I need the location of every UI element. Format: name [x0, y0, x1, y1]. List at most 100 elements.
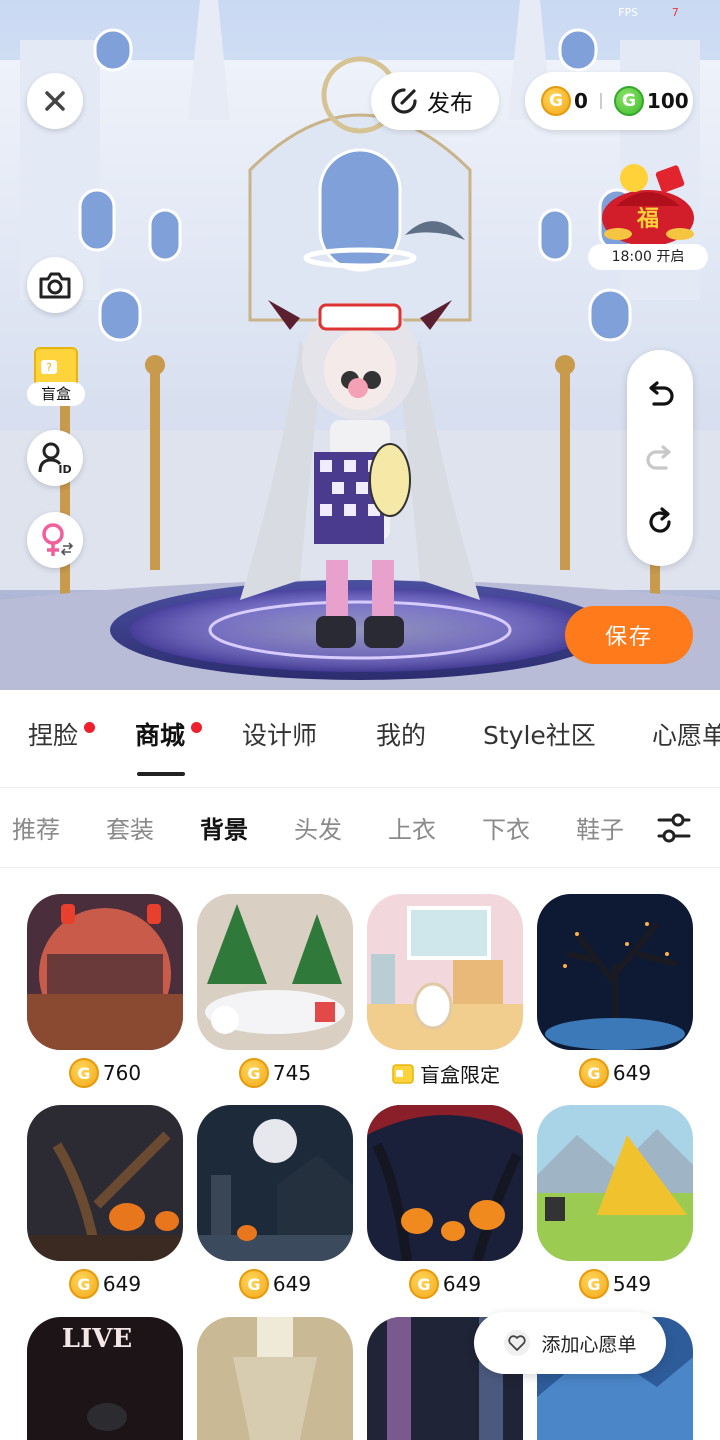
item-price-value: 649: [272, 1272, 312, 1296]
blindbox-button[interactable]: ? 盲盒: [27, 340, 85, 408]
avatar-id-button[interactable]: ID: [27, 430, 83, 486]
item-card[interactable]: LIVE: [27, 1317, 183, 1440]
item-card[interactable]: [197, 1317, 353, 1440]
event-time-label: 18:00 开启: [588, 244, 708, 270]
gender-switch-button[interactable]: [27, 512, 83, 568]
tab-face-edit[interactable]: 捏脸: [28, 716, 78, 752]
item-price-value: 549: [612, 1272, 652, 1296]
user-id-icon: ID: [38, 442, 72, 476]
avatar-preview-scene[interactable]: FPS 7 发布 G 0 G 100 福 18:00 开启 ? 盲盒 ID 保存: [0, 0, 720, 690]
item-price-value: 649: [612, 1061, 652, 1085]
item-price: G 649: [537, 1058, 693, 1088]
gold-coin-icon: G: [578, 1058, 609, 1088]
item-price: G 649: [197, 1269, 353, 1299]
item-thumbnail: [537, 1105, 693, 1261]
camera-icon: [39, 272, 71, 299]
category-top[interactable]: 上衣: [388, 810, 436, 845]
wishlist-label: 添加心愿单: [541, 1333, 637, 1356]
tab-designer[interactable]: 设计师: [242, 716, 317, 752]
tab-mine[interactable]: 我的: [376, 716, 426, 752]
item-card[interactable]: G 649: [197, 1105, 353, 1299]
item-price-value: 649: [442, 1272, 482, 1296]
item-card[interactable]: G 649: [27, 1105, 183, 1299]
item-thumbnail: [367, 894, 523, 1050]
lucky-bag-icon: 福: [602, 164, 694, 246]
main-tab-bar: 捏脸 商城 设计师 我的 Style社区 心愿单: [0, 690, 720, 788]
gold-coin-icon: G: [578, 1269, 609, 1299]
blindbox-icon: [392, 1064, 414, 1084]
female-gender-icon: [42, 523, 74, 556]
event-lucky-bag[interactable]: 福 18:00 开启: [588, 158, 708, 270]
item-thumbnail: [27, 1105, 183, 1261]
item-price: G 760: [27, 1058, 183, 1088]
item-card[interactable]: G 649: [537, 894, 693, 1088]
category-shoes[interactable]: 鞋子: [576, 810, 624, 845]
fu-character: 福: [636, 207, 659, 232]
category-tab-bar: 推荐 套装 背景 头发 上衣 下衣 鞋子: [0, 788, 720, 868]
gold-coin-icon: G: [68, 1058, 99, 1088]
gold-coin-icon: G: [408, 1269, 439, 1299]
close-icon: [45, 91, 65, 111]
item-card[interactable]: G 549: [537, 1105, 693, 1299]
fps-label: FPS: [618, 6, 638, 19]
heart-icon: [504, 1330, 531, 1356]
redo-icon[interactable]: [644, 442, 676, 474]
tab-mall[interactable]: 商城: [135, 716, 185, 752]
item-price: G 549: [537, 1269, 693, 1299]
tab-style-community[interactable]: Style社区: [483, 716, 596, 752]
fps-value: 7: [672, 6, 679, 19]
reset-icon[interactable]: [644, 506, 676, 538]
category-background[interactable]: 背景: [200, 810, 248, 845]
svg-text:?: ?: [46, 361, 52, 374]
category-recommend[interactable]: 推荐: [12, 810, 60, 845]
green-coin-icon: G: [613, 86, 644, 116]
category-hair[interactable]: 头发: [294, 810, 342, 845]
category-outfit-set[interactable]: 套装: [106, 810, 154, 845]
gold-coin-icon: G: [541, 86, 571, 116]
item-thumbnail: [537, 894, 693, 1050]
item-price-value: 盲盒限定: [420, 1062, 500, 1087]
item-thumbnail: [27, 894, 183, 1050]
publish-label: 发布: [427, 91, 473, 117]
active-tab-underline: [137, 772, 185, 776]
item-price: G 745: [197, 1058, 353, 1088]
currency-display[interactable]: G 0 G 100: [525, 72, 693, 130]
history-toolbar: [627, 350, 693, 566]
filter-icon[interactable]: [656, 810, 692, 846]
blindbox-label: 盲盒: [27, 382, 85, 406]
category-bottom[interactable]: 下衣: [482, 810, 530, 845]
item-card[interactable]: 盲盒限定: [367, 894, 523, 1087]
currency-divider: [599, 93, 602, 109]
item-thumbnail: [197, 1105, 353, 1261]
item-price: G 649: [27, 1269, 183, 1299]
id-badge: ID: [58, 463, 71, 476]
item-thumbnail: [197, 1317, 353, 1440]
undo-icon[interactable]: [644, 378, 676, 410]
camera-button[interactable]: [27, 257, 83, 313]
item-card[interactable]: G 649: [367, 1105, 523, 1299]
add-to-wishlist-button[interactable]: 添加心愿单: [474, 1312, 666, 1374]
tab-face-edit-dot: [84, 722, 95, 733]
item-thumbnail: [197, 894, 353, 1050]
gold-coin-count: 0: [574, 89, 588, 113]
gold-coin-icon: G: [68, 1269, 99, 1299]
item-thumbnail: [367, 1105, 523, 1261]
edit-publish-icon: [391, 88, 417, 114]
gold-coin-icon: G: [238, 1058, 269, 1088]
item-price-value: 649: [102, 1272, 142, 1296]
tab-wishlist[interactable]: 心愿单: [652, 716, 720, 752]
item-card[interactable]: G 745: [197, 894, 353, 1088]
tab-mall-dot: [191, 722, 202, 733]
item-price: 盲盒限定: [367, 1058, 523, 1088]
live-sign-text: LIVE: [62, 1324, 132, 1354]
gold-coin-icon: G: [238, 1269, 269, 1299]
item-price: G 649: [367, 1269, 523, 1299]
publish-button[interactable]: 发布: [371, 72, 499, 130]
green-coin-count: 100: [646, 89, 689, 113]
save-button[interactable]: 保存: [565, 606, 693, 664]
item-price-value: 745: [272, 1061, 312, 1085]
close-button[interactable]: [27, 73, 83, 129]
item-thumbnail: LIVE: [27, 1317, 183, 1440]
item-card[interactable]: G 760: [27, 894, 183, 1088]
item-price-value: 760: [102, 1061, 142, 1085]
